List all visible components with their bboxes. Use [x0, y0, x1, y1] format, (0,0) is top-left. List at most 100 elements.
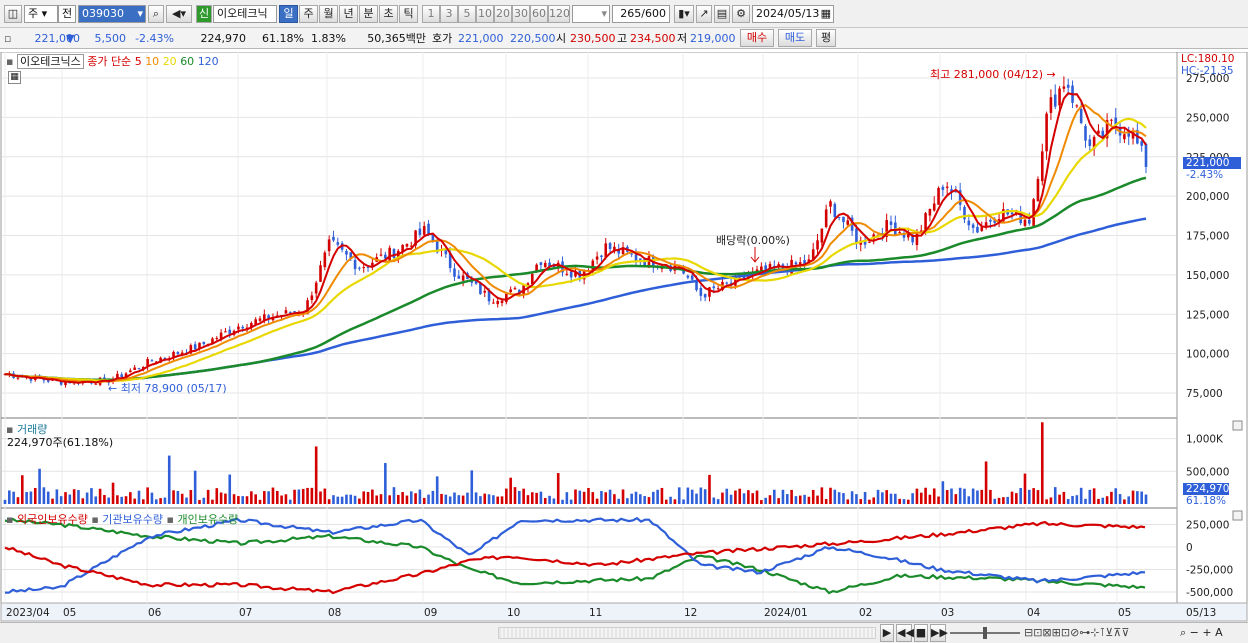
sell-button[interactable]: 매도 — [778, 29, 812, 47]
tab-week[interactable]: 주 — [299, 5, 318, 23]
interval-20[interactable]: 20 — [494, 5, 512, 23]
period-type-select[interactable]: 주 ▾ — [24, 5, 58, 23]
volume-bar — [219, 492, 223, 504]
stock-code-input[interactable]: 039030 ▾ — [78, 5, 146, 23]
low-price: 219,000 — [690, 32, 736, 45]
scroll-track[interactable] — [498, 627, 876, 639]
zoom-icons[interactable]: ⌕ − + A — [1180, 624, 1223, 641]
volume-bar — [500, 496, 504, 504]
count-input[interactable]: 265/600 — [612, 5, 670, 23]
save-icon[interactable]: ▤ — [714, 5, 730, 23]
volume-bar — [846, 499, 850, 504]
candle-body — [1144, 144, 1148, 167]
volume-bar — [967, 496, 971, 504]
volume-bar — [396, 494, 400, 504]
volume-bar — [120, 496, 123, 504]
volume-bar — [574, 489, 577, 504]
volume-bar — [457, 495, 461, 504]
volume-bar — [301, 488, 305, 504]
grid-toggle-icon[interactable]: ▦ — [8, 71, 21, 84]
candle-body — [103, 377, 106, 379]
volume-bar — [159, 498, 162, 504]
x-axis-label: 04 — [1027, 607, 1041, 619]
tab-day[interactable]: 일 — [279, 5, 298, 23]
volume-bar — [72, 489, 76, 504]
volume-bar — [263, 491, 266, 504]
interval-1[interactable]: 1 — [422, 5, 440, 23]
volume-bar — [656, 489, 659, 504]
volume-bar — [561, 499, 564, 504]
interval-30[interactable]: 30 — [512, 5, 530, 23]
volume-value: 224,970 — [200, 32, 247, 45]
volume-bar — [842, 493, 845, 504]
volume-bar — [543, 497, 547, 504]
volume-bar — [859, 499, 863, 504]
volume-bar — [172, 490, 175, 504]
speaker-icon[interactable]: ◀▾ — [166, 5, 192, 23]
volume-bar — [773, 489, 776, 504]
volume-bar — [137, 490, 141, 504]
rewind-icon[interactable]: ◀◀ — [896, 624, 914, 642]
draw-line-icon[interactable]: ↗ — [696, 5, 712, 23]
tool-icons[interactable]: ⊟⊡⊠⊞⊡⊘⊶⊹⊺⊻⊼⊽ — [1024, 624, 1129, 641]
candle-body — [327, 239, 331, 252]
x-axis-label: 08 — [328, 607, 341, 619]
volume-bar — [12, 491, 15, 504]
candle-body — [855, 228, 858, 244]
candle-body — [133, 367, 136, 370]
volume-bar — [81, 498, 85, 504]
candle-body — [371, 262, 374, 266]
candle-body — [332, 236, 335, 241]
volume-bar — [725, 488, 729, 504]
volume-bar — [1114, 488, 1118, 504]
play-icon[interactable]: ▶ — [880, 624, 894, 642]
tab-year[interactable]: 년 — [339, 5, 358, 23]
candle-body — [1049, 97, 1053, 113]
ma120-label: 120 — [197, 55, 219, 68]
search-icon[interactable]: ⌕ — [148, 5, 164, 23]
interval-3[interactable]: 3 — [440, 5, 458, 23]
gear-icon[interactable]: ⚙ — [732, 5, 750, 23]
candle-body — [427, 223, 430, 235]
candle-body — [604, 243, 608, 257]
candle-body — [1084, 125, 1087, 141]
volume-bar — [634, 491, 638, 504]
tab-second[interactable]: 초 — [379, 5, 398, 23]
panel-close-icon[interactable] — [1232, 420, 1243, 431]
zoom-slider-thumb[interactable] — [983, 627, 987, 639]
mode-select[interactable]: 전 — [58, 5, 76, 23]
volume-bar — [388, 495, 391, 504]
candle-body — [833, 203, 837, 218]
volume-bar — [392, 487, 396, 504]
interval-custom-select[interactable]: ▾ — [572, 5, 610, 23]
candle-body — [630, 253, 633, 255]
tab-minute[interactable]: 분 — [359, 5, 378, 23]
candle-body — [868, 241, 871, 243]
panel-close-icon[interactable] — [1232, 510, 1243, 521]
candle-type-icon[interactable]: ▮▾ — [674, 5, 694, 23]
sin-button[interactable]: 신 — [196, 5, 212, 23]
volume-bar — [64, 492, 67, 504]
interval-5[interactable]: 5 — [458, 5, 476, 23]
candle-body — [358, 267, 361, 269]
candle-body — [989, 219, 992, 222]
stop-icon[interactable]: ■ — [914, 624, 928, 642]
buy-button[interactable]: 매수 — [740, 29, 774, 47]
date-input[interactable]: 2024/05/13 ▦ — [752, 5, 834, 23]
interval-60[interactable]: 60 — [530, 5, 548, 23]
volume-bar — [275, 490, 279, 504]
volume-bar — [336, 496, 340, 504]
tab-month[interactable]: 월 — [319, 5, 338, 23]
volume-bar — [150, 492, 154, 504]
volume-bar — [686, 487, 690, 504]
fast-forward-icon[interactable]: ▶▶ — [930, 624, 948, 642]
volume-bar — [353, 495, 357, 504]
volume-bar — [418, 489, 422, 504]
tab-tick[interactable]: 틱 — [399, 5, 418, 23]
stock-chart[interactable]: 275,000250,000225,000200,000175,000150,0… — [0, 52, 1248, 622]
volume-bar — [1058, 494, 1061, 504]
interval-10[interactable]: 10 — [476, 5, 494, 23]
eval-button[interactable]: 평 — [816, 29, 836, 47]
interval-120[interactable]: 120 — [548, 5, 570, 23]
window-icon[interactable]: ◫ — [4, 5, 22, 23]
